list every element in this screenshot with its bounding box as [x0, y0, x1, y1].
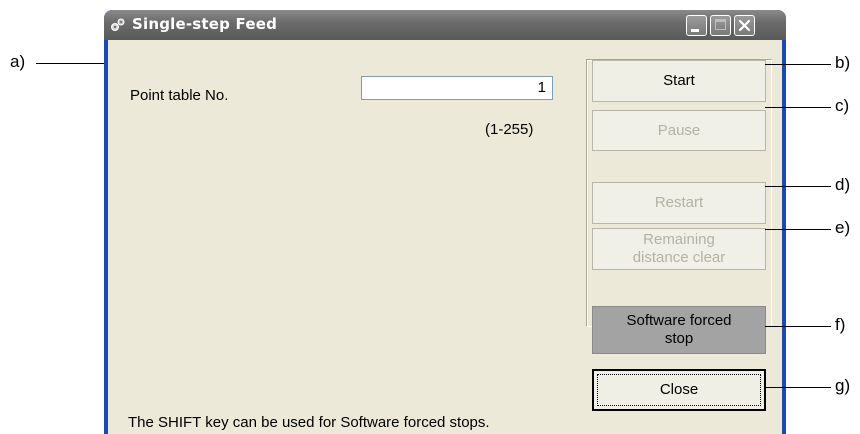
annotation-d: d) [835, 175, 851, 194]
annotation-a-line [36, 63, 104, 64]
app-gear-icon [111, 18, 125, 31]
annotation-e: e) [835, 218, 851, 237]
annotation-f-line [765, 326, 831, 327]
annotation-f: f) [835, 315, 846, 334]
single-step-feed-window: Single-step Feed Point table No. 1 (1-25… [104, 10, 786, 434]
title-bar[interactable]: Single-step Feed [104, 10, 786, 40]
start-button[interactable]: Start [592, 60, 766, 102]
annotation-a: a) [10, 52, 26, 71]
dialog-client-area: Point table No. 1 (1-255) Start Pause Re… [108, 40, 782, 434]
range-text: (1-255) [485, 121, 534, 138]
point-table-label: Point table No. [130, 87, 229, 104]
focus-rectangle [597, 374, 761, 406]
close-icon[interactable] [734, 15, 755, 36]
close-button[interactable]: Close [592, 369, 766, 411]
minimize-icon[interactable] [686, 15, 707, 36]
annotation-c-line [765, 107, 831, 108]
annotation-g: g) [835, 376, 851, 395]
annotation-d-line [765, 186, 831, 187]
annotation-g-line [765, 387, 831, 388]
point-table-input[interactable]: 1 [361, 76, 553, 100]
annotation-c: c) [835, 96, 850, 115]
window-title: Single-step Feed [132, 15, 278, 33]
annotation-e-line [765, 229, 831, 230]
shift-key-hint: The SHIFT key can be used for Software f… [128, 414, 490, 431]
software-forced-stop-button[interactable]: Software forced stop [592, 306, 766, 354]
maximize-icon[interactable] [710, 15, 731, 36]
pause-button[interactable]: Pause [592, 110, 766, 151]
remaining-distance-clear-button[interactable]: Remaining distance clear [592, 228, 766, 270]
annotation-b-line [765, 64, 831, 65]
annotation-b: b) [835, 53, 851, 72]
restart-button[interactable]: Restart [592, 182, 766, 224]
